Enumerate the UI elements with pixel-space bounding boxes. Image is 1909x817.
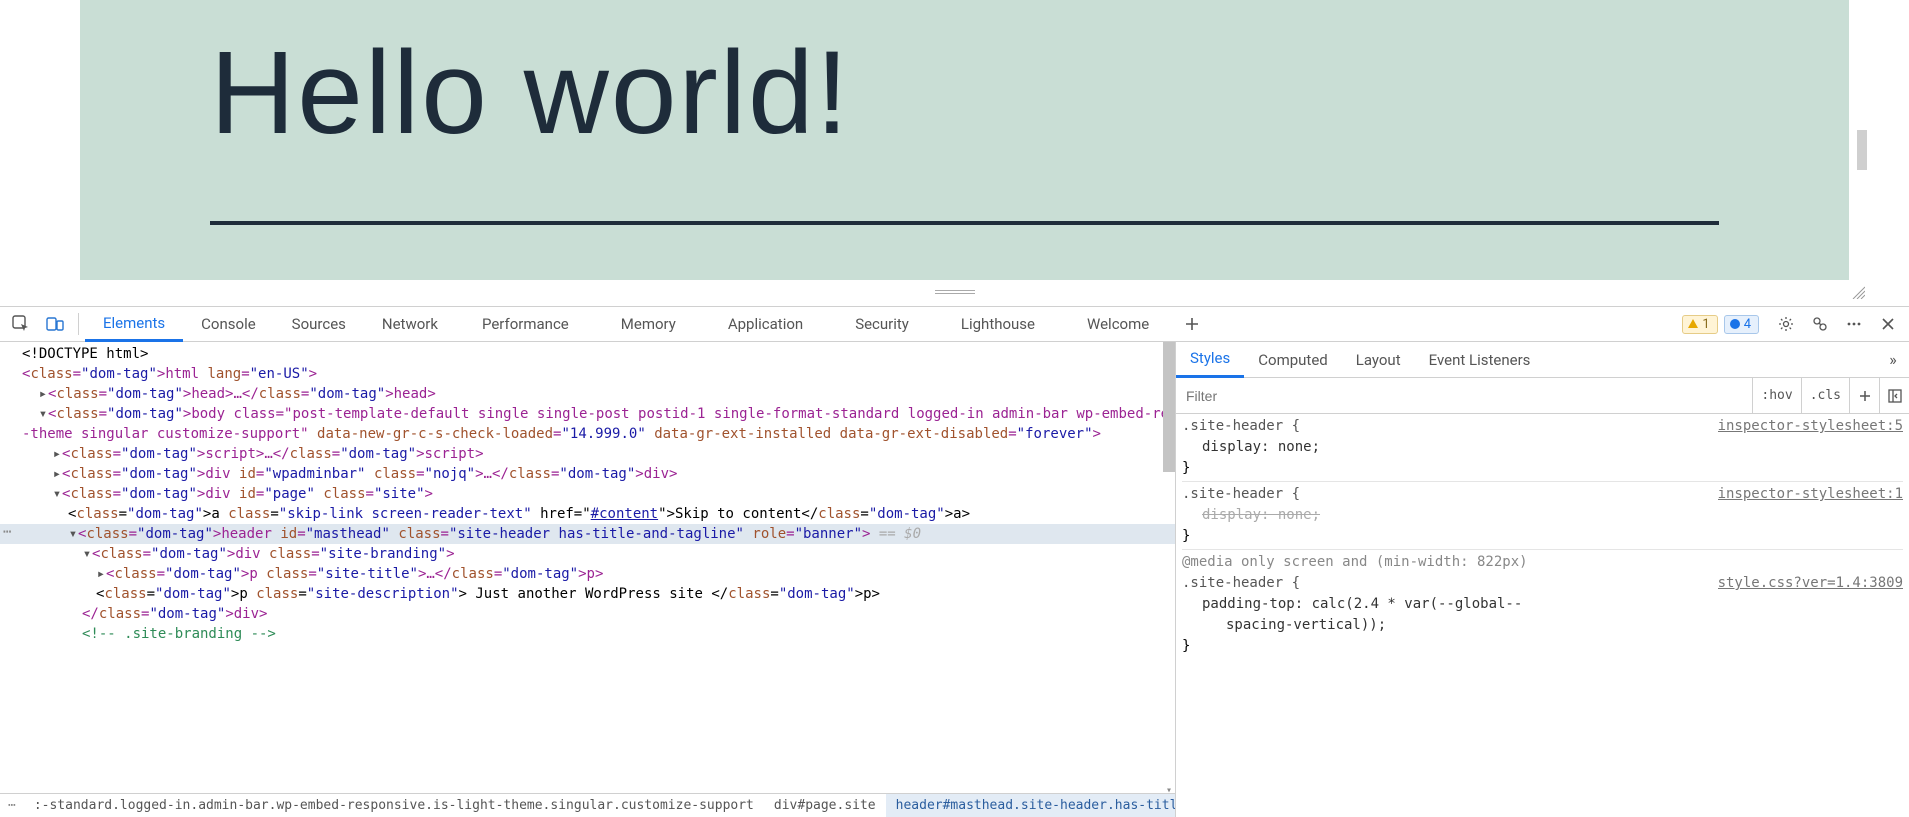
expand-arrow-icon[interactable]: ▸ <box>96 564 106 584</box>
scrollbar-down-icon[interactable]: ▾ <box>1163 781 1175 793</box>
preview-scrollbar[interactable] <box>1857 130 1867 170</box>
dom-row[interactable]: <!DOCTYPE html> <box>0 344 1175 364</box>
expand-arrow-icon[interactable]: ▸ <box>52 444 62 464</box>
subtab-styles[interactable]: Styles <box>1176 342 1244 378</box>
breadcrumb-item[interactable]: div#page.site <box>764 794 886 817</box>
breadcrumb-item[interactable]: :-standard.logged-in.admin-bar.wp-embed-… <box>24 794 764 817</box>
dom-row-selected[interactable]: ▾<class="dom-tag">header id="masthead" c… <box>0 524 1175 544</box>
settings-gear-icon[interactable] <box>1769 308 1803 340</box>
issues-icon[interactable] <box>1803 308 1837 340</box>
styles-subtabs: Styles Computed Layout Event Listeners » <box>1176 342 1909 378</box>
collapse-arrow-icon[interactable]: ▾ <box>38 404 48 424</box>
css-source-link[interactable]: style.css?ver=1.4:3809 <box>1718 573 1903 594</box>
divider <box>78 313 79 335</box>
expand-arrow-icon[interactable]: ▸ <box>38 384 48 404</box>
dom-row[interactable]: ▸<class="dom-tag">head>…</class="dom-tag… <box>0 384 1175 404</box>
tab-elements[interactable]: Elements <box>85 306 183 342</box>
tab-security[interactable]: Security <box>829 306 935 342</box>
dom-row[interactable]: ▾<class="dom-tag">div id="page" class="s… <box>0 484 1175 504</box>
add-tab-icon[interactable] <box>1175 308 1209 340</box>
tab-performance[interactable]: Performance <box>456 306 595 342</box>
css-prop[interactable]: padding-top: calc(2.4 * var(--global-- <box>1202 596 1522 612</box>
css-rule[interactable]: .site-header { inspector-stylesheet:1 di… <box>1182 484 1903 550</box>
collapse-arrow-icon[interactable]: ▾ <box>52 484 62 504</box>
devtools-toolbar: Elements Console Sources Network Perform… <box>0 306 1909 342</box>
title-underline <box>210 221 1719 225</box>
computed-styles-toggle-icon[interactable] <box>1879 378 1909 413</box>
css-rule[interactable]: .site-header { inspector-stylesheet:5 di… <box>1182 416 1903 482</box>
dom-row[interactable]: ▸<class="dom-tag">div id="wpadminbar" cl… <box>0 464 1175 484</box>
css-rules[interactable]: .site-header { inspector-stylesheet:5 di… <box>1176 414 1909 817</box>
css-prop-overridden[interactable]: display: none; <box>1202 507 1320 523</box>
tab-application[interactable]: Application <box>702 306 829 342</box>
tab-lighthouse[interactable]: Lighthouse <box>935 306 1061 342</box>
dom-row[interactable]: ▸<class="dom-tag">script>…</class="dom-t… <box>0 444 1175 464</box>
devtools-main: ⋯ <!DOCTYPE html> <class="dom-tag">html … <box>0 342 1909 817</box>
dom-row[interactable]: <class="dom-tag">p class="site-descripti… <box>0 584 1175 604</box>
warnings-badge[interactable]: 1 <box>1682 315 1717 334</box>
dom-row[interactable]: <!-- .site-branding --> <box>0 624 1175 644</box>
selected-eq0: == $0 <box>879 526 921 542</box>
filter-bar: :hov .cls <box>1176 378 1909 414</box>
dom-row[interactable]: ▾<class="dom-tag">body class="post-templ… <box>0 404 1175 424</box>
dom-tree[interactable]: ⋯ <!DOCTYPE html> <class="dom-tag">html … <box>0 342 1175 793</box>
info-count: 4 <box>1744 317 1751 332</box>
tab-welcome[interactable]: Welcome <box>1061 306 1175 342</box>
tab-sources[interactable]: Sources <box>274 306 364 342</box>
tab-console[interactable]: Console <box>183 306 274 342</box>
tab-memory[interactable]: Memory <box>595 306 702 342</box>
dom-row[interactable]: <class="dom-tag">html lang="en-US"> <box>0 364 1175 384</box>
subtab-event-listeners[interactable]: Event Listeners <box>1415 342 1545 378</box>
tab-network[interactable]: Network <box>364 306 456 342</box>
dom-row[interactable]: </class="dom-tag">div> <box>0 604 1175 624</box>
hov-button[interactable]: :hov <box>1752 378 1800 413</box>
more-subtabs-chevron-icon[interactable]: » <box>1881 350 1905 369</box>
css-selector[interactable]: .site-header { <box>1182 484 1300 505</box>
css-source-link[interactable]: inspector-stylesheet:5 <box>1718 416 1903 437</box>
rendered-page-preview: Hello world! <box>0 0 1909 306</box>
overflow-dots-icon[interactable]: ⋯ <box>3 522 11 542</box>
new-style-rule-icon[interactable] <box>1849 378 1879 413</box>
css-selector[interactable]: .site-header { <box>1182 573 1300 594</box>
scrollbar-thumb[interactable] <box>1163 342 1175 472</box>
css-rule[interactable]: @media only screen and (min-width: 822px… <box>1182 552 1903 659</box>
page-title: Hello world! <box>210 25 1719 161</box>
subtab-computed[interactable]: Computed <box>1244 342 1342 378</box>
warnings-count: 1 <box>1702 317 1709 332</box>
dom-row[interactable]: ▸<class="dom-tag">p class="site-title">…… <box>0 564 1175 584</box>
css-selector[interactable]: .site-header { <box>1182 416 1300 437</box>
dom-row[interactable]: ▾<class="dom-tag">div class="site-brandi… <box>0 544 1175 564</box>
expand-arrow-icon[interactable]: ▸ <box>52 464 62 484</box>
elements-scrollbar[interactable]: ▾ <box>1163 342 1175 793</box>
collapse-arrow-icon[interactable]: ▾ <box>82 544 92 564</box>
close-devtools-icon[interactable] <box>1871 308 1905 340</box>
kebab-menu-icon[interactable] <box>1837 308 1871 340</box>
elements-panel: ⋯ <!DOCTYPE html> <class="dom-tag">html … <box>0 342 1175 817</box>
collapse-arrow-icon[interactable]: ▾ <box>68 524 78 544</box>
css-media-query: @media only screen and (min-width: 822px… <box>1182 552 1903 573</box>
page-body[interactable]: Hello world! <box>80 0 1849 280</box>
info-badge[interactable]: 4 <box>1724 315 1759 334</box>
cls-button[interactable]: .cls <box>1801 378 1849 413</box>
breadcrumb-bar: ⋯ :-standard.logged-in.admin-bar.wp-embe… <box>0 793 1175 817</box>
inspect-element-icon[interactable] <box>4 308 38 340</box>
devtools-drag-handle[interactable] <box>935 290 975 294</box>
breadcrumb-overflow-icon[interactable]: ⋯ <box>0 798 24 813</box>
styles-panel: Styles Computed Layout Event Listeners »… <box>1175 342 1909 817</box>
resize-corner-icon[interactable] <box>1851 284 1865 298</box>
css-source-link[interactable]: inspector-stylesheet:1 <box>1718 484 1903 505</box>
dom-row[interactable]: -theme singular customize-support" data-… <box>0 424 1175 444</box>
breadcrumb-item-selected[interactable]: header#masthead.site-header.has-title-an… <box>886 794 1175 817</box>
css-prop[interactable]: spacing-vertical)); <box>1226 617 1386 633</box>
device-toolbar-icon[interactable] <box>38 308 72 340</box>
dom-row[interactable]: <class="dom-tag">a class="skip-link scre… <box>0 504 1175 524</box>
css-prop[interactable]: display: none; <box>1202 439 1320 455</box>
subtab-layout[interactable]: Layout <box>1342 342 1415 378</box>
styles-filter-input[interactable] <box>1176 378 1752 413</box>
